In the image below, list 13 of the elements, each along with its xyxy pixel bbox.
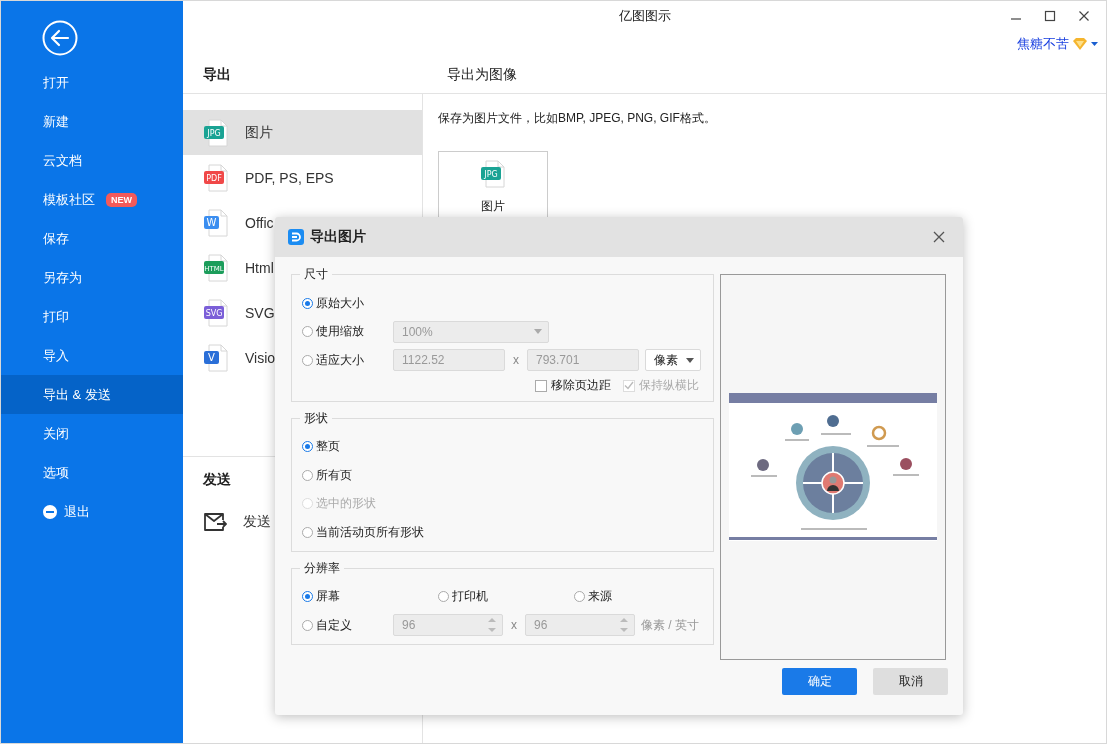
multiply-sign: x [510,618,518,633]
dialog-title: 导出图片 [310,228,366,246]
window-title: 亿图图示 [617,7,672,25]
section-heading: 导出为图像 [446,66,517,84]
group-legend: 分辨率 [300,559,344,577]
section-heading: 导出 [202,66,232,84]
group-legend: 形状 [300,409,332,427]
section-heading: 发送 [203,471,231,489]
new-badge: NEW [106,192,137,207]
multiply-sign: x [512,353,520,368]
group-legend: 尺寸 [300,266,332,283]
description-text: 保存为图片文件，比如BMP, JPEG, PNG, GIF格式。 [438,110,717,127]
unit-label: 像素 / 英寸 [641,616,699,634]
